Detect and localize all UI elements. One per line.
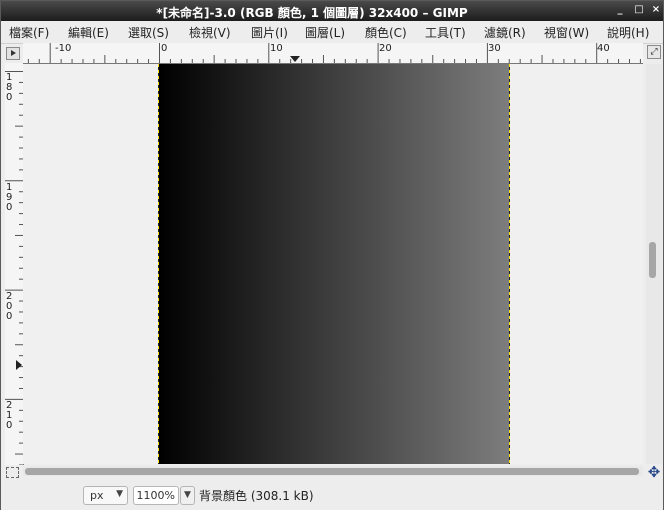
ruler-label: 40 — [597, 43, 610, 54]
menu-help[interactable]: 說明(H) — [607, 24, 649, 41]
pointer-position-marker — [290, 56, 300, 62]
vertical-scroll-thumb[interactable] — [649, 242, 656, 278]
chevron-down-icon: ▼ — [116, 489, 123, 499]
gimp-window: *[未命名]-3.0 (RGB 顏色, 1 個圖層) 32x400 – GIMP… — [0, 0, 664, 510]
minimize-button[interactable]: _ — [614, 4, 626, 16]
menu-layer[interactable]: 圖層(L) — [305, 24, 345, 41]
horizontal-ruler[interactable]: -10 0 10 20 30 40 — [23, 43, 643, 64]
window-title: *[未命名]-3.0 (RGB 顏色, 1 個圖層) 32x400 – GIMP — [156, 6, 468, 20]
menu-bar: 檔案(F) 編輯(E) 選取(S) 檢視(V) 圖片(I) 圖層(L) 顏色(C… — [1, 21, 663, 44]
horizontal-ruler-ticks — [27, 43, 641, 63]
maximize-button[interactable]: □ — [633, 4, 645, 16]
quick-mask-icon[interactable] — [6, 467, 19, 478]
ruler-label: 20 — [379, 43, 392, 54]
layer-boundary-right — [509, 64, 510, 464]
menu-colors[interactable]: 顏色(C) — [365, 24, 407, 41]
menu-tools[interactable]: 工具(T) — [425, 24, 466, 41]
ruler-label: 0 — [161, 43, 168, 54]
unit-select[interactable]: px ▼ — [83, 486, 128, 505]
navigate-icon[interactable]: ✥ — [646, 464, 662, 480]
ruler-label: -10 — [55, 43, 72, 54]
menu-view[interactable]: 檢視(V) — [189, 24, 231, 41]
layer-boundary-left — [158, 64, 159, 464]
horizontal-scrollbar[interactable] — [23, 466, 643, 476]
ruler-label: 190 — [6, 183, 12, 213]
zoom-toggle-icon[interactable]: ⤢ — [647, 45, 661, 59]
zoom-value: 1100% — [136, 489, 175, 502]
vertical-ruler[interactable]: 180 190 200 210 — [5, 63, 24, 465]
status-bar: px ▼ 1100% ▼ 背景顏色 (308.1 kB) — [1, 480, 663, 510]
ruler-digit: 0 — [6, 202, 13, 213]
menu-filters[interactable]: 濾鏡(R) — [484, 24, 526, 41]
ruler-label: 200 — [6, 292, 12, 322]
menu-arrow-icon[interactable] — [6, 47, 20, 60]
status-message: 背景顏色 (308.1 kB) — [199, 489, 314, 503]
vertical-scrollbar[interactable] — [646, 64, 662, 464]
gradient-image[interactable] — [159, 64, 509, 464]
menu-file[interactable]: 檔案(F) — [9, 24, 49, 41]
ruler-digit: 0 — [6, 311, 13, 322]
title-bar[interactable]: *[未命名]-3.0 (RGB 顏色, 1 個圖層) 32x400 – GIMP… — [1, 1, 663, 21]
ruler-digit: 0 — [6, 420, 13, 431]
ruler-label: 180 — [6, 73, 12, 103]
ruler-digit: 0 — [6, 92, 13, 103]
ruler-label: 210 — [6, 401, 12, 431]
ruler-label: 30 — [488, 43, 501, 54]
menu-edit[interactable]: 編輯(E) — [68, 24, 109, 41]
ruler-label: 10 — [270, 43, 283, 54]
unit-value: px — [90, 489, 104, 502]
zoom-dropdown-button[interactable]: ▼ — [180, 486, 195, 505]
zoom-input[interactable]: 1100% — [133, 486, 179, 505]
menu-image[interactable]: 圖片(I) — [251, 24, 288, 41]
image-canvas[interactable] — [23, 64, 643, 464]
horizontal-scroll-thumb[interactable] — [25, 468, 639, 475]
menu-select[interactable]: 選取(S) — [128, 24, 169, 41]
menu-windows[interactable]: 視窗(W) — [544, 24, 589, 41]
close-button[interactable]: × — [650, 4, 662, 16]
pointer-position-marker — [16, 360, 22, 370]
